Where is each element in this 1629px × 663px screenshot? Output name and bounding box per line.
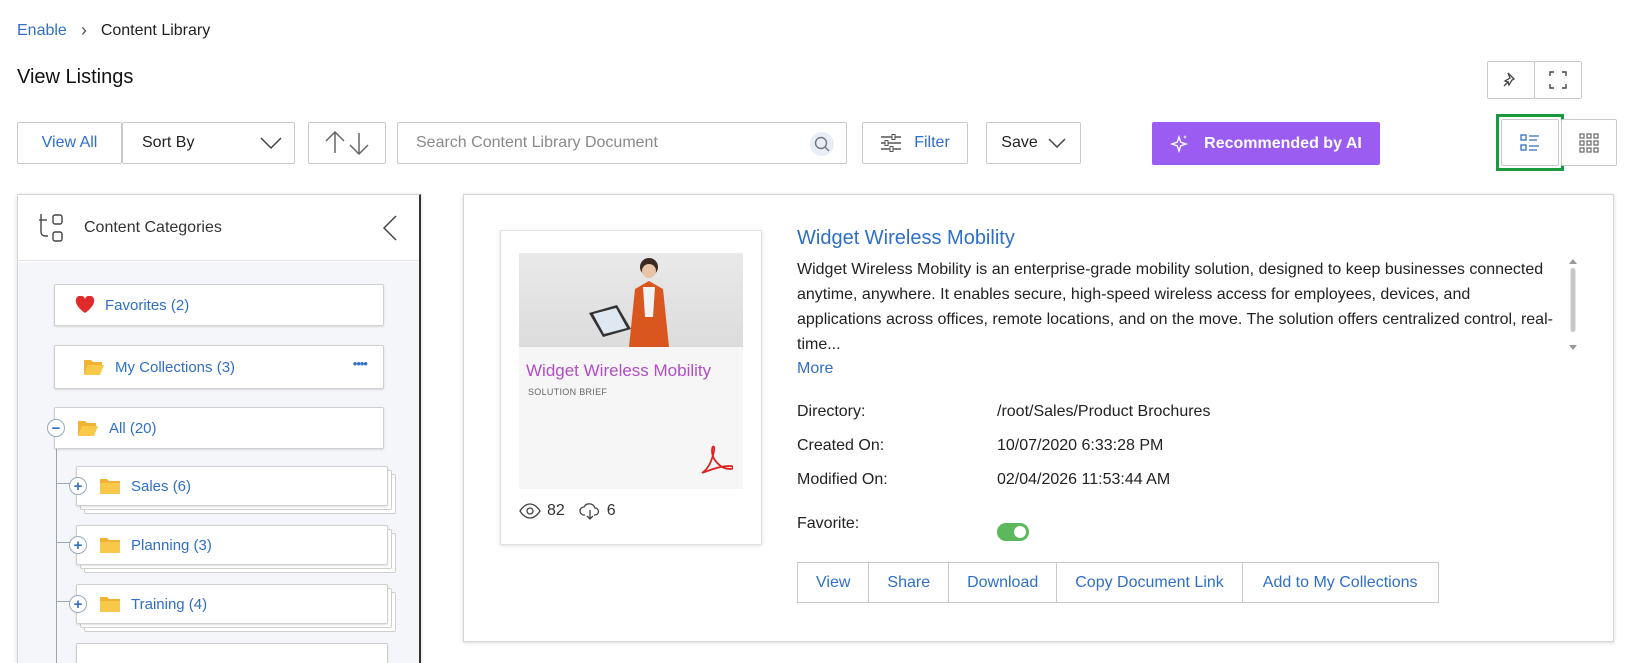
- fullscreen-button[interactable]: [1534, 61, 1582, 99]
- category-planning[interactable]: Planning (3): [76, 525, 388, 565]
- document-actions: View Share Download Copy Document Link A…: [797, 562, 1439, 603]
- grid-view-icon: [1579, 132, 1599, 153]
- category-favorites-label: Favorites (2): [105, 296, 190, 314]
- category-all[interactable]: All (20): [54, 407, 384, 449]
- modified-on-label: Modified On:: [797, 471, 888, 488]
- view-button[interactable]: View: [798, 563, 870, 602]
- view-all-button[interactable]: View All: [17, 122, 122, 164]
- breadcrumb-current: Content Library: [100, 21, 211, 39]
- search-icon[interactable]: [810, 132, 834, 156]
- view-count: 82: [547, 502, 565, 519]
- sort-by-label: Sort By: [142, 134, 195, 151]
- expand-plus-icon[interactable]: +: [69, 595, 87, 613]
- breadcrumb-enable-link[interactable]: Enable: [17, 22, 67, 40]
- sparkle-icon: [1170, 134, 1189, 153]
- heart-icon: [75, 296, 95, 313]
- download-count: 6: [606, 502, 616, 519]
- document-title-link[interactable]: Widget Wireless Mobility: [797, 227, 1015, 250]
- sort-by-dropdown[interactable]: Sort By: [122, 122, 295, 164]
- expand-plus-icon[interactable]: +: [69, 477, 87, 495]
- download-cloud-icon: [579, 503, 599, 520]
- chevron-down-icon: [260, 137, 282, 149]
- sort-asc-desc-icon: [325, 131, 369, 155]
- collapse-minus-icon[interactable]: −: [47, 419, 65, 437]
- category-sales[interactable]: Sales (6): [76, 466, 388, 506]
- eye-icon: [519, 503, 541, 519]
- category-my-collections-label: My Collections (3): [115, 358, 236, 376]
- expand-plus-icon[interactable]: +: [69, 536, 87, 554]
- more-link[interactable]: More: [797, 360, 833, 378]
- save-dropdown[interactable]: Save: [986, 122, 1081, 164]
- pin-icon: [1503, 72, 1516, 87]
- category-my-collections[interactable]: My Collections (3) ••••: [54, 345, 384, 389]
- category-training[interactable]: Training (4): [76, 584, 388, 624]
- share-button[interactable]: Share: [869, 563, 950, 602]
- folder-icon: [100, 538, 120, 553]
- recommended-by-ai-button[interactable]: Recommended by AI: [1152, 122, 1380, 165]
- directory-label: Directory:: [797, 403, 866, 420]
- download-button[interactable]: Download: [949, 563, 1058, 602]
- category-all-label: All (20): [109, 419, 157, 437]
- favorite-label: Favorite:: [797, 515, 860, 532]
- document-stats: 82 6: [519, 502, 616, 520]
- category-favorites[interactable]: Favorites (2): [54, 284, 384, 326]
- fullscreen-icon: [1549, 71, 1567, 89]
- category-training-label: Training (4): [131, 595, 208, 613]
- created-on-label: Created On:: [797, 437, 885, 454]
- categories-title: Content Categories: [84, 218, 222, 236]
- filter-label: Filter: [914, 134, 950, 151]
- add-to-my-collections-button[interactable]: Add to My Collections: [1243, 563, 1438, 602]
- folder-open-icon: [78, 421, 98, 436]
- recommended-by-ai-label: Recommended by AI: [1204, 134, 1362, 152]
- directory-value: /root/Sales/Product Brochures: [997, 403, 1211, 420]
- thumbnail-photo: [519, 253, 743, 347]
- list-view-button[interactable]: [1501, 119, 1559, 166]
- folder-open-icon: [84, 360, 104, 375]
- grid-view-button[interactable]: [1561, 119, 1617, 166]
- tree-line: [56, 432, 57, 663]
- more-options-icon[interactable]: ••••: [353, 356, 368, 371]
- sort-direction-button[interactable]: [308, 122, 386, 164]
- category-planning-label: Planning (3): [131, 536, 212, 554]
- category-tree-icon: [39, 213, 63, 242]
- categories-tree: Favorites (2) My Collections (3) •••• Al…: [18, 262, 419, 663]
- document-card: Widget Wireless Mobility SOLUTION BRIEF …: [463, 194, 1614, 642]
- search-input[interactable]: Search Content Library Document: [397, 122, 847, 164]
- description-scrollbar[interactable]: [1568, 257, 1578, 352]
- search-placeholder: Search Content Library Document: [416, 134, 658, 151]
- page-title: View Listings: [17, 66, 134, 88]
- modified-on-value: 02/04/2026 11:53:44 AM: [997, 471, 1171, 488]
- document-description: Widget Wireless Mobility is an enterpris…: [797, 261, 1553, 353]
- chevron-right-icon: ›: [80, 20, 87, 40]
- chevron-down-icon: [1048, 138, 1066, 148]
- thumbnail-subtitle: SOLUTION BRIEF: [528, 387, 608, 397]
- list-view-icon: [1520, 133, 1539, 151]
- filter-sliders-icon: [881, 134, 902, 152]
- pin-button[interactable]: [1487, 61, 1535, 99]
- folder-icon: [100, 597, 120, 612]
- category-sales-label: Sales (6): [131, 477, 192, 495]
- copy-document-link-button[interactable]: Copy Document Link: [1057, 563, 1243, 602]
- pdf-icon: [701, 445, 733, 474]
- thumbnail-title: Widget Wireless Mobility: [526, 361, 712, 380]
- content-categories-panel: Content Categories Favorites (2) My Coll…: [17, 194, 421, 663]
- categories-header: Content Categories: [18, 195, 419, 261]
- document-thumbnail-card[interactable]: Widget Wireless Mobility SOLUTION BRIEF …: [500, 230, 762, 545]
- collapse-panel-icon[interactable]: [383, 215, 397, 241]
- category-next-partial[interactable]: [76, 643, 388, 663]
- created-on-value: 10/07/2020 6:33:28 PM: [997, 437, 1164, 454]
- breadcrumb: Enable › Content Library: [17, 20, 210, 41]
- document-thumbnail[interactable]: Widget Wireless Mobility SOLUTION BRIEF: [519, 253, 743, 489]
- folder-icon: [100, 479, 120, 494]
- save-label: Save: [1001, 134, 1038, 151]
- filter-button[interactable]: Filter: [862, 122, 968, 164]
- favorite-toggle[interactable]: [997, 523, 1029, 541]
